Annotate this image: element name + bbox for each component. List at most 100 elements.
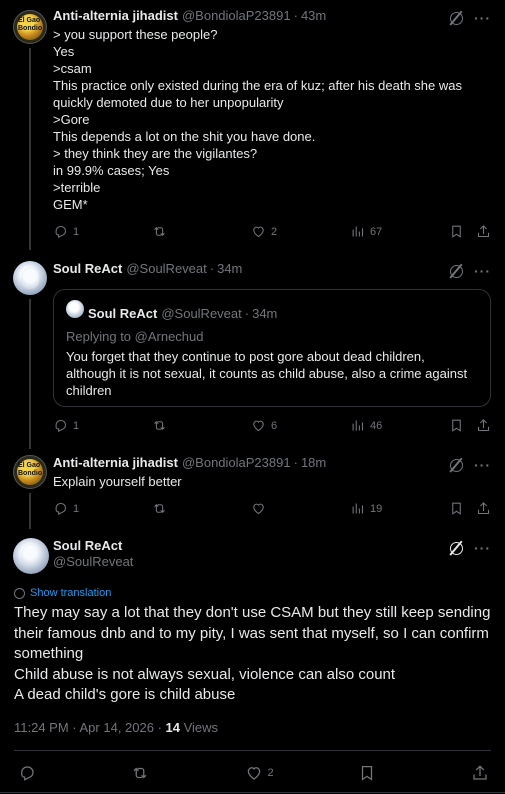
share-button[interactable] (476, 501, 491, 516)
views-label: Views (179, 720, 219, 735)
reply-count: 1 (73, 419, 80, 432)
avatar[interactable] (13, 538, 49, 574)
bookmark-button[interactable] (449, 224, 464, 239)
separator-dot: · (293, 8, 298, 23)
bookmark-icon (449, 224, 464, 239)
views-count: 14 (165, 720, 180, 735)
divider (14, 750, 491, 751)
post-text-line: quickly demoted due to her unpopularity (53, 95, 284, 110)
views-count: 67 (370, 225, 383, 238)
author-handle[interactable]: @BondiolaP23891 (182, 8, 291, 24)
grok-icon[interactable] (448, 10, 464, 26)
main-text-line: A dead child's gore is child abuse (14, 686, 236, 703)
author-name[interactable]: Soul ReAct (53, 261, 122, 277)
repost-button[interactable] (152, 418, 192, 433)
post-text-line: >csam (53, 61, 92, 76)
separator-dot: · (244, 306, 250, 321)
reply-icon (53, 501, 68, 516)
post-time[interactable]: 43m (301, 8, 326, 24)
avatar-image (21, 544, 39, 566)
more-options-icon[interactable]: ··· (474, 541, 491, 555)
author-handle[interactable]: @SoulReveat (53, 554, 133, 570)
show-translation-link[interactable]: Show translation (14, 587, 111, 599)
quote-author-handle: @SoulReveat (161, 306, 242, 321)
bookmark-button[interactable] (449, 501, 464, 516)
divider (0, 792, 505, 793)
repost-icon (152, 501, 167, 516)
replying-to: Replying to @Arnechud (66, 329, 204, 344)
post-header: Anti-alternia jihadist @BondiolaP23891 ·… (53, 8, 491, 24)
author-name[interactable]: Anti-alternia jihadist (53, 8, 178, 24)
post-actions: 1 19 (53, 501, 491, 516)
more-options-icon[interactable]: ··· (474, 458, 491, 472)
post-text-line: >Gore (53, 112, 90, 127)
post-anti-alternia-2: Anti-alternia jihadist @BondiolaP23891 ·… (0, 455, 505, 490)
more-options-icon[interactable]: ··· (474, 264, 491, 278)
reply-button[interactable]: 1 (53, 501, 93, 516)
bookmark-icon (358, 764, 376, 782)
post-time[interactable]: 34m (217, 261, 242, 277)
post-text-line: > they think they are the vigilantes? (53, 146, 258, 161)
views-button[interactable]: 67 (350, 224, 390, 239)
share-button[interactable] (471, 764, 489, 782)
views-button[interactable]: 19 (350, 501, 390, 516)
share-icon (476, 418, 491, 433)
repost-icon (152, 224, 167, 239)
like-button[interactable]: 2 (251, 224, 291, 239)
repost-button[interactable] (152, 501, 192, 516)
like-button[interactable]: 6 (251, 418, 291, 433)
like-button[interactable] (251, 501, 291, 516)
share-button[interactable] (476, 224, 491, 239)
grok-icon[interactable] (448, 540, 464, 556)
like-icon (245, 764, 263, 782)
quote-body: You forget that they continue to post go… (66, 348, 478, 399)
post-timestamp[interactable]: 11:24 PM · Apr 14, 2026 · (14, 720, 166, 735)
reply-button[interactable]: 1 (53, 418, 93, 433)
post-actions: 1 6 46 (53, 418, 491, 433)
thread-line (29, 299, 31, 449)
author-name[interactable]: Soul ReAct (53, 538, 133, 554)
reply-button[interactable] (18, 764, 58, 782)
reply-count: 1 (73, 225, 80, 238)
share-icon (471, 764, 489, 782)
reply-icon (18, 764, 36, 782)
repost-button[interactable] (131, 764, 171, 782)
post-time[interactable]: 18m (301, 455, 326, 471)
post-meta: 11:24 PM · Apr 14, 2026 · 14 Views (14, 720, 218, 735)
main-text-line: They may say a lot that they don't use C… (14, 604, 491, 621)
grok-icon[interactable] (448, 457, 464, 473)
reply-icon (53, 224, 68, 239)
bookmark-icon (449, 418, 464, 433)
author-handle[interactable]: @SoulReveat (126, 261, 206, 277)
author-name[interactable]: Anti-alternia jihadist (53, 455, 178, 471)
translate-icon (14, 587, 25, 599)
post-text-line: > you support these people? (53, 27, 218, 42)
bookmark-button[interactable] (449, 418, 464, 433)
post-text-line: This depends a lot on the shit you have … (53, 129, 316, 144)
share-button[interactable] (476, 418, 491, 433)
views-icon (350, 418, 365, 433)
like-button[interactable]: 2 (245, 764, 285, 782)
repost-icon (131, 764, 149, 782)
like-count: 6 (271, 419, 278, 432)
main-text-line: Child abuse is not always sexual, violen… (14, 665, 396, 683)
share-icon (476, 501, 491, 516)
separator-dot: · (209, 261, 215, 276)
repost-icon (152, 418, 167, 433)
bookmark-button[interactable] (358, 764, 398, 782)
post-text-line: >terrible (53, 180, 101, 195)
reply-button[interactable]: 1 (53, 224, 93, 239)
views-button[interactable]: 46 (350, 418, 390, 433)
quote-header: Soul ReAct @SoulReveat · 34m (66, 300, 478, 322)
like-icon (251, 224, 266, 239)
views-icon (350, 224, 365, 239)
grok-icon[interactable] (448, 263, 464, 279)
author-handle[interactable]: @BondiolaP23891 (182, 455, 291, 471)
thread-line (29, 493, 31, 529)
quote-author-name: Soul ReAct (88, 306, 158, 321)
reply-count: 1 (73, 502, 80, 515)
show-translation-label: Show translation (30, 587, 112, 599)
repost-button[interactable] (152, 224, 192, 239)
quoted-post[interactable]: Soul ReAct @SoulReveat · 34m Replying to… (53, 289, 491, 407)
more-options-icon[interactable]: ··· (474, 11, 491, 25)
